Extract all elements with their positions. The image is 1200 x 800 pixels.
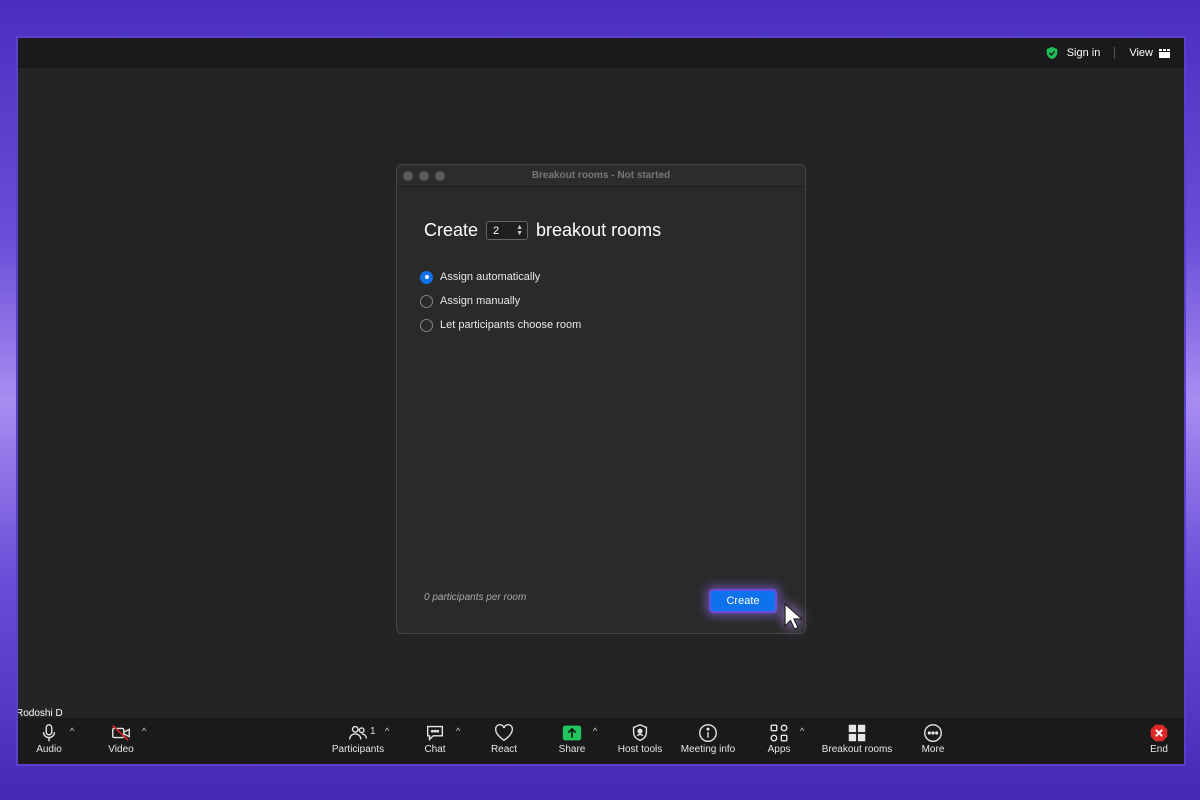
- meeting-info-label: Meeting info: [680, 744, 736, 755]
- host-tools-button[interactable]: Host tools: [615, 718, 665, 764]
- encryption-shield-icon[interactable]: [1045, 46, 1059, 60]
- participants-button[interactable]: Participants: [330, 718, 386, 764]
- more-dots-icon: [924, 724, 942, 742]
- room-count-value[interactable]: 2: [493, 225, 499, 237]
- participants-per-room-text: 0 participants per room: [424, 592, 527, 603]
- dialog-title-bar: Breakout rooms - Not started: [397, 165, 805, 187]
- option-label: Assign automatically: [440, 271, 541, 283]
- breakout-rooms-dialog: Breakout rooms - Not started Create 2 ▲ ▼…: [396, 164, 806, 634]
- breakout-rooms-grid-icon: [848, 724, 866, 742]
- host-tools-label: Host tools: [617, 744, 663, 755]
- end-meeting-icon: [1150, 724, 1168, 742]
- participants-label: Participants: [331, 744, 385, 755]
- chat-label: Chat: [424, 744, 446, 755]
- meeting-info-button[interactable]: Meeting info: [678, 718, 738, 764]
- video-button[interactable]: Video: [106, 718, 136, 764]
- apps-icon: [770, 724, 788, 742]
- audio-label: Audio: [36, 744, 62, 755]
- radio-assign-manually[interactable]: [420, 294, 433, 308]
- microphone-icon: [42, 724, 56, 742]
- apps-label: Apps: [767, 744, 791, 755]
- end-meeting-button[interactable]: End: [1144, 718, 1174, 764]
- apps-button[interactable]: Apps: [764, 718, 794, 764]
- more-label: More: [921, 744, 945, 755]
- share-options-caret[interactable]: ^: [593, 726, 597, 736]
- dialog-title: Breakout rooms - Not started: [531, 170, 671, 181]
- more-button[interactable]: More: [918, 718, 948, 764]
- room-count-stepper[interactable]: 2 ▲ ▼: [486, 221, 529, 240]
- topbar-divider: [1114, 47, 1116, 59]
- share-label: Share: [558, 744, 586, 755]
- assignment-options: Assign automatically Assign manually Let…: [420, 265, 581, 337]
- room-count-row: Create 2 ▲ ▼ breakout rooms: [424, 220, 661, 241]
- mouse-pointer-icon: [784, 602, 804, 630]
- audio-options-caret[interactable]: ^: [70, 726, 74, 736]
- video-options-caret[interactable]: ^: [142, 726, 146, 736]
- video-label: Video: [108, 744, 134, 755]
- option-let-participants-choose[interactable]: Let participants choose room: [420, 313, 581, 337]
- stepper-arrows-icon[interactable]: ▲ ▼: [516, 224, 523, 237]
- end-label: End: [1150, 744, 1168, 755]
- share-screen-button[interactable]: Share: [557, 718, 587, 764]
- chat-button[interactable]: Chat: [422, 718, 448, 764]
- react-button[interactable]: React: [489, 718, 519, 764]
- create-suffix-text: breakout rooms: [536, 220, 662, 240]
- participants-options-caret[interactable]: ^: [385, 726, 389, 736]
- option-assign-manually[interactable]: Assign manually: [420, 289, 581, 313]
- radio-let-participants-choose[interactable]: [420, 318, 433, 332]
- participants-icon: [349, 725, 367, 740]
- chat-bubble-icon: [426, 725, 444, 742]
- option-label: Let participants choose room: [440, 319, 582, 331]
- participant-count: 1: [370, 726, 376, 737]
- chat-options-caret[interactable]: ^: [456, 726, 460, 736]
- sign-in-link[interactable]: Sign in: [1067, 47, 1101, 59]
- meeting-window: Sign in View Rodoshi D Audio ^ Video ^ P…: [16, 36, 1186, 766]
- option-assign-automatically[interactable]: Assign automatically: [420, 265, 581, 289]
- breakout-rooms-button[interactable]: Breakout rooms: [818, 718, 896, 764]
- react-label: React: [490, 744, 518, 755]
- meeting-toolbar: Audio ^ Video ^ Participants 1 ^ Chat ^ …: [18, 718, 1184, 764]
- breakout-rooms-label: Breakout rooms: [821, 744, 893, 755]
- view-button[interactable]: View: [1129, 47, 1153, 59]
- meeting-top-bar: Sign in View: [18, 38, 1184, 68]
- info-icon: [699, 724, 717, 742]
- radio-assign-automatically[interactable]: [420, 270, 433, 284]
- heart-icon: [495, 724, 513, 742]
- grid-view-icon: [1159, 48, 1170, 58]
- share-screen-icon: [562, 725, 582, 741]
- audio-button[interactable]: Audio: [34, 718, 64, 764]
- create-prefix-text: Create: [424, 220, 479, 240]
- create-rooms-button[interactable]: Create: [709, 589, 777, 613]
- host-shield-icon: [632, 724, 648, 742]
- video-off-icon: [112, 725, 130, 741]
- option-label: Assign manually: [440, 295, 521, 307]
- apps-options-caret[interactable]: ^: [800, 726, 804, 736]
